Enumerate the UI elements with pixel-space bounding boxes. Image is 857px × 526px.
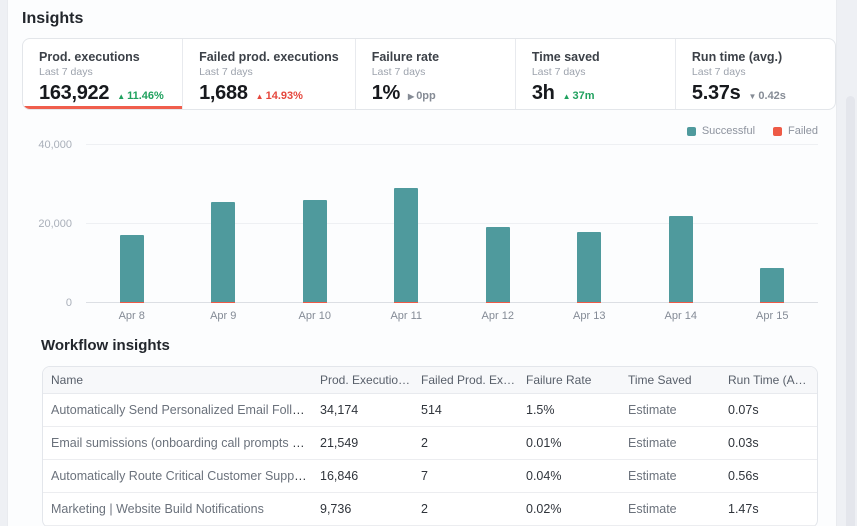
trend-up-icon: ▲: [117, 92, 125, 101]
bar-apr-13: Apr 13: [544, 145, 636, 303]
trend-up-icon: ▲: [256, 92, 264, 101]
stat-card-value: 3h: [532, 82, 555, 105]
stat-card-delta: ▲14.93%: [256, 90, 303, 102]
chart-plot: Apr 8Apr 9Apr 10Apr 11Apr 12Apr 13Apr 14…: [86, 145, 818, 303]
stat-card-run-time[interactable]: Run time (avg.) Last 7 days 5.37s ▼0.42s: [675, 39, 835, 109]
stat-card-value: 1,688: [199, 82, 248, 105]
workflow-link[interactable]: Automatically Send Personalized Email Fo…: [51, 403, 320, 417]
column-header-failed-prod-executions[interactable]: Failed Prod. Executions: [421, 373, 526, 387]
workflow-link[interactable]: Email sumissions (onboarding call prompt…: [51, 436, 320, 450]
stat-card-value: 1%: [372, 82, 400, 105]
table-row: Automatically Route Critical Customer Su…: [43, 460, 817, 493]
legend-label: Failed: [788, 125, 818, 137]
stat-card-period: Last 7 days: [532, 66, 659, 78]
stat-card-label: Failed prod. executions: [199, 50, 339, 65]
estimate-link[interactable]: Estimate: [628, 403, 677, 417]
workflow-table: Name Prod. Executions↓ Failed Prod. Exec…: [42, 366, 818, 526]
table-header-row: Name Prod. Executions↓ Failed Prod. Exec…: [43, 367, 817, 394]
prod-executions-value: 21,549: [320, 436, 421, 450]
bar-apr-15: Apr 15: [727, 145, 819, 303]
stat-card-failed-prod-executions[interactable]: Failed prod. executions Last 7 days 1,68…: [182, 39, 355, 109]
summary-cards: Prod. executions Last 7 days 163,922 ▲11…: [22, 38, 836, 110]
legend-item-successful[interactable]: Successful: [687, 125, 755, 137]
failed-prod-executions-value: 7: [421, 469, 526, 483]
column-header-time-saved[interactable]: Time Saved: [628, 373, 728, 387]
trend-flat-icon: ▶: [408, 92, 414, 101]
executions-chart: Successful Failed 020,00040,000 Apr 8Apr…: [22, 117, 836, 323]
stat-card-time-saved[interactable]: Time saved Last 7 days 3h ▲37m: [515, 39, 675, 109]
prod-executions-value: 16,846: [320, 469, 421, 483]
run-time-value: 0.03s: [728, 436, 817, 450]
failure-rate-value: 0.04%: [526, 469, 628, 483]
workflow-link[interactable]: Marketing | Website Build Notifications: [51, 502, 264, 516]
stat-card-failure-rate[interactable]: Failure rate Last 7 days 1% ▶0pp: [355, 39, 515, 109]
table-row: Automatically Send Personalized Email Fo…: [43, 394, 817, 427]
column-header-name[interactable]: Name: [51, 373, 320, 387]
stat-card-label: Failure rate: [372, 50, 499, 65]
column-header-failure-rate[interactable]: Failure Rate: [526, 373, 628, 387]
table-row: Marketing | Website Build Notifications …: [43, 493, 817, 526]
bar-apr-11: Apr 11: [361, 145, 453, 303]
stat-card-delta: ▲37m: [563, 90, 595, 102]
prod-executions-value: 9,736: [320, 502, 421, 516]
bar-apr-12: Apr 12: [452, 145, 544, 303]
stat-card-prod-executions[interactable]: Prod. executions Last 7 days 163,922 ▲11…: [23, 39, 182, 109]
failed-prod-executions-value: 2: [421, 502, 526, 516]
table-row: Email sumissions (onboarding call prompt…: [43, 427, 817, 460]
failure-rate-value: 0.02%: [526, 502, 628, 516]
stat-card-label: Prod. executions: [39, 50, 166, 65]
main-content: Insights Prod. executions Last 7 days 16…: [7, 0, 837, 526]
stat-card-period: Last 7 days: [39, 66, 166, 78]
legend-label: Successful: [702, 125, 755, 137]
vertical-scrollbar[interactable]: [846, 96, 855, 526]
stat-card-value: 5.37s: [692, 82, 741, 105]
bar-apr-14: Apr 14: [635, 145, 727, 303]
failure-rate-value: 1.5%: [526, 403, 628, 417]
stat-card-delta: ▼0.42s: [748, 90, 785, 102]
trend-up-icon: ▲: [563, 92, 571, 101]
bar-apr-10: Apr 10: [269, 145, 361, 303]
page-title: Insights: [22, 10, 83, 28]
bar-apr-9: Apr 9: [178, 145, 270, 303]
stat-card-period: Last 7 days: [199, 66, 339, 78]
workflow-link[interactable]: Automatically Route Critical Customer Su…: [51, 469, 320, 483]
column-header-run-time[interactable]: Run Time (Avg.): [728, 373, 817, 387]
failed-prod-executions-value: 514: [421, 403, 526, 417]
run-time-value: 1.47s: [728, 502, 817, 516]
run-time-value: 0.56s: [728, 469, 817, 483]
successful-swatch-icon: [687, 127, 696, 136]
estimate-link[interactable]: Estimate: [628, 469, 677, 483]
chart-legend: Successful Failed: [687, 125, 818, 137]
stat-card-value: 163,922: [39, 82, 109, 105]
bar-apr-8: Apr 8: [86, 145, 178, 303]
failed-prod-executions-value: 2: [421, 436, 526, 450]
prod-executions-value: 34,174: [320, 403, 421, 417]
column-header-prod-executions[interactable]: Prod. Executions↓: [320, 373, 421, 387]
sort-desc-icon: ↓: [413, 375, 419, 387]
stat-card-period: Last 7 days: [372, 66, 499, 78]
stat-card-delta: ▲11.46%: [117, 90, 164, 102]
stat-card-period: Last 7 days: [692, 66, 819, 78]
estimate-link[interactable]: Estimate: [628, 436, 677, 450]
insights-screen: Insights Prod. executions Last 7 days 16…: [0, 0, 857, 526]
estimate-link[interactable]: Estimate: [628, 502, 677, 516]
legend-item-failed[interactable]: Failed: [773, 125, 818, 137]
stat-card-label: Time saved: [532, 50, 659, 65]
run-time-value: 0.07s: [728, 403, 817, 417]
chart-y-axis: 020,00040,000: [22, 145, 78, 303]
trend-down-icon: ▼: [748, 92, 756, 101]
failed-swatch-icon: [773, 127, 782, 136]
failure-rate-value: 0.01%: [526, 436, 628, 450]
stat-card-label: Run time (avg.): [692, 50, 819, 65]
section-title: Workflow insights: [41, 337, 170, 354]
stat-card-delta: ▶0pp: [408, 90, 436, 102]
